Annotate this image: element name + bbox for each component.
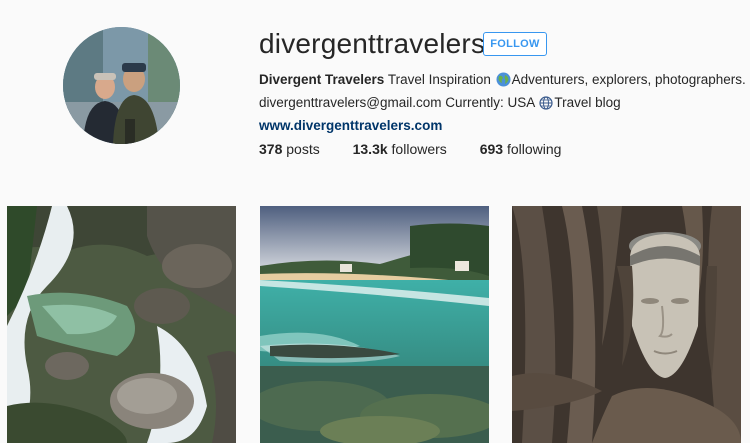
bio-text: Adventurers, explorers, photographers. xyxy=(511,72,746,87)
post-image xyxy=(512,206,741,443)
bio-text: Travel Inspiration xyxy=(387,72,491,87)
profile-stats: 378 posts 13.3k followers 693 following xyxy=(259,139,590,159)
post-thumbnail-beach[interactable] xyxy=(260,206,489,443)
followers-count: 13.3k xyxy=(352,141,388,157)
following-stat[interactable]: 693 following xyxy=(480,139,562,159)
profile-website-link[interactable]: www.divergenttravelers.com xyxy=(259,118,442,133)
bio-line-1: Divergent Travelers Travel Inspiration A… xyxy=(259,70,746,93)
post-image xyxy=(7,206,236,443)
profile-full-name: Divergent Travelers xyxy=(259,72,385,87)
followers-stat[interactable]: 13.3k followers xyxy=(353,139,447,159)
profile-page: divergenttravelers FOLLOW Divergent Trav… xyxy=(0,0,750,443)
profile-username: divergenttravelers xyxy=(259,28,486,59)
post-image xyxy=(260,206,489,443)
posts-label: posts xyxy=(286,141,320,157)
bio-text: divergenttravelers@gmail.com Currently: … xyxy=(259,95,535,110)
follow-button[interactable]: FOLLOW xyxy=(483,32,547,56)
post-thumbnail-waterfall[interactable] xyxy=(7,206,236,443)
posts-count: 378 xyxy=(259,141,283,157)
profile-avatar[interactable] xyxy=(63,27,180,144)
globe-earth-icon xyxy=(496,72,511,93)
avatar-photo xyxy=(63,27,180,144)
posts-stat: 378 posts xyxy=(259,139,320,159)
following-count: 693 xyxy=(479,141,504,157)
following-label: following xyxy=(506,141,562,157)
bio-line-2: divergenttravelers@gmail.com Currently: … xyxy=(259,93,739,116)
followers-label: followers xyxy=(391,141,447,157)
post-thumbnail-buddha[interactable] xyxy=(512,206,741,443)
bio-text: Travel blog xyxy=(554,95,621,110)
profile-bio: Divergent Travelers Travel Inspiration A… xyxy=(259,70,746,136)
globe-meridians-icon xyxy=(539,96,553,116)
